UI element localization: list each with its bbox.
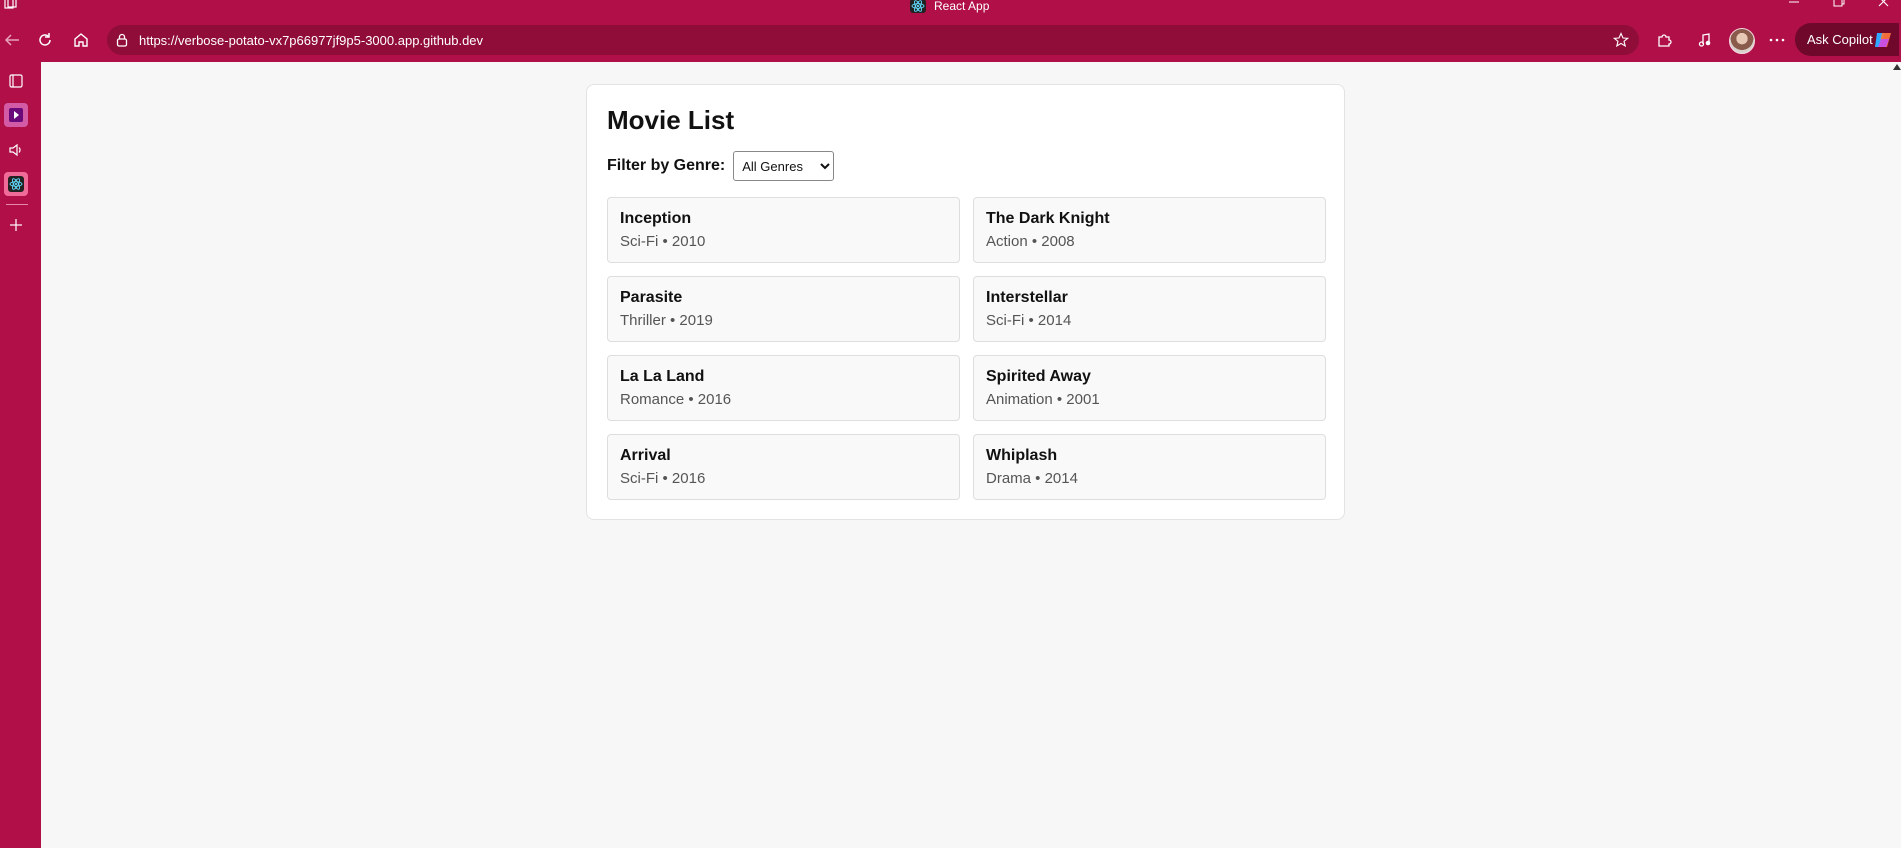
- play-icon: [9, 108, 23, 122]
- home-button[interactable]: [69, 28, 93, 52]
- movie-list-panel: Movie List Filter by Genre: All Genres I…: [586, 84, 1345, 520]
- movie-title: Whiplash: [986, 447, 1058, 464]
- refresh-button[interactable]: [33, 28, 57, 52]
- lock-icon[interactable]: [115, 33, 129, 47]
- more-button[interactable]: [1765, 28, 1789, 52]
- tab-icon: [9, 74, 23, 88]
- url-text[interactable]: https://verbose-potato-vx7p66977jf9p5-30…: [139, 33, 483, 48]
- window-title-text: React App: [934, 0, 990, 13]
- movie-title: Inception: [620, 210, 692, 227]
- title-bar: React App: [0, 0, 1901, 14]
- scroll-up-icon[interactable]: [1893, 64, 1901, 70]
- page-viewport: Movie List Filter by Genre: All Genres I…: [41, 62, 1893, 848]
- movie-card[interactable]: Inception Sci-Fi • 2010: [607, 197, 960, 263]
- movie-card[interactable]: The Dark Knight Action • 2008: [973, 197, 1326, 263]
- movie-grid: Inception Sci-Fi • 2010 The Dark Knight …: [607, 197, 1327, 500]
- tab-actions-button[interactable]: [4, 69, 28, 93]
- movie-card[interactable]: Interstellar Sci-Fi • 2014: [973, 276, 1326, 342]
- media-button[interactable]: [1693, 28, 1717, 52]
- movie-meta: Drama • 2014: [986, 470, 1078, 487]
- movie-card[interactable]: Arrival Sci-Fi • 2016: [607, 434, 960, 500]
- sidebar-divider: [6, 204, 28, 205]
- back-arrow-icon: [4, 34, 19, 46]
- address-bar[interactable]: https://verbose-potato-vx7p66977jf9p5-30…: [107, 25, 1639, 55]
- movie-card[interactable]: Whiplash Drama • 2014: [973, 434, 1326, 500]
- star-icon[interactable]: [1613, 32, 1629, 48]
- filter-label: Filter by Genre:: [607, 157, 726, 174]
- movie-title: The Dark Knight: [986, 210, 1110, 227]
- avatar[interactable]: [1729, 28, 1755, 54]
- copilot-icon: [1875, 33, 1891, 47]
- movie-card[interactable]: Parasite Thriller • 2019: [607, 276, 960, 342]
- browser-sidebar: [0, 58, 41, 848]
- sidebar-tab-react-app[interactable]: [4, 172, 28, 196]
- movie-meta: Romance • 2016: [620, 391, 732, 408]
- movie-card[interactable]: La La Land Romance • 2016: [607, 355, 960, 421]
- movie-meta: Sci-Fi • 2016: [620, 470, 706, 487]
- extensions-button[interactable]: [1652, 28, 1676, 52]
- new-tab-button[interactable]: [4, 213, 28, 237]
- workspaces-icon[interactable]: [4, 0, 18, 10]
- ask-copilot-label: Ask Copilot: [1807, 32, 1873, 47]
- movie-meta: Thriller • 2019: [620, 312, 713, 329]
- movie-meta: Animation • 2001: [986, 391, 1100, 408]
- minimize-icon[interactable]: [1787, 0, 1801, 11]
- movie-meta: Sci-Fi • 2010: [620, 233, 706, 250]
- window-title: React App: [910, 0, 989, 13]
- close-icon[interactable]: [1877, 0, 1891, 11]
- sidebar-tab-audio[interactable]: [4, 138, 28, 162]
- react-icon: [8, 176, 24, 192]
- home-icon: [74, 33, 88, 47]
- back-button[interactable]: [0, 28, 24, 52]
- plus-icon: [10, 219, 22, 231]
- music-note-icon: [1698, 33, 1711, 47]
- page-scrollbar[interactable]: [1893, 62, 1901, 848]
- genre-select[interactable]: All Genres: [733, 151, 835, 181]
- movie-card[interactable]: Spirited Away Animation • 2001: [973, 355, 1326, 421]
- puzzle-icon: [1658, 34, 1672, 47]
- movie-meta: Action • 2008: [986, 233, 1075, 250]
- movie-title: Parasite: [620, 289, 683, 306]
- movie-title: La La Land: [620, 368, 705, 385]
- movie-title: Interstellar: [986, 289, 1068, 306]
- more-icon: [1769, 38, 1785, 42]
- speaker-icon: [9, 143, 21, 157]
- sidebar-tab-video[interactable]: [4, 103, 28, 127]
- ask-copilot-button[interactable]: Ask Copilot: [1795, 23, 1899, 56]
- movie-meta: Sci-Fi • 2014: [986, 312, 1072, 329]
- restore-icon[interactable]: [1832, 0, 1846, 11]
- react-icon: [910, 0, 926, 13]
- genre-filter: Filter by Genre: All Genres: [607, 151, 835, 181]
- refresh-icon: [39, 33, 51, 46]
- movie-title: Arrival: [620, 447, 671, 464]
- page-title: Movie List: [607, 105, 735, 135]
- movie-title: Spirited Away: [986, 368, 1091, 385]
